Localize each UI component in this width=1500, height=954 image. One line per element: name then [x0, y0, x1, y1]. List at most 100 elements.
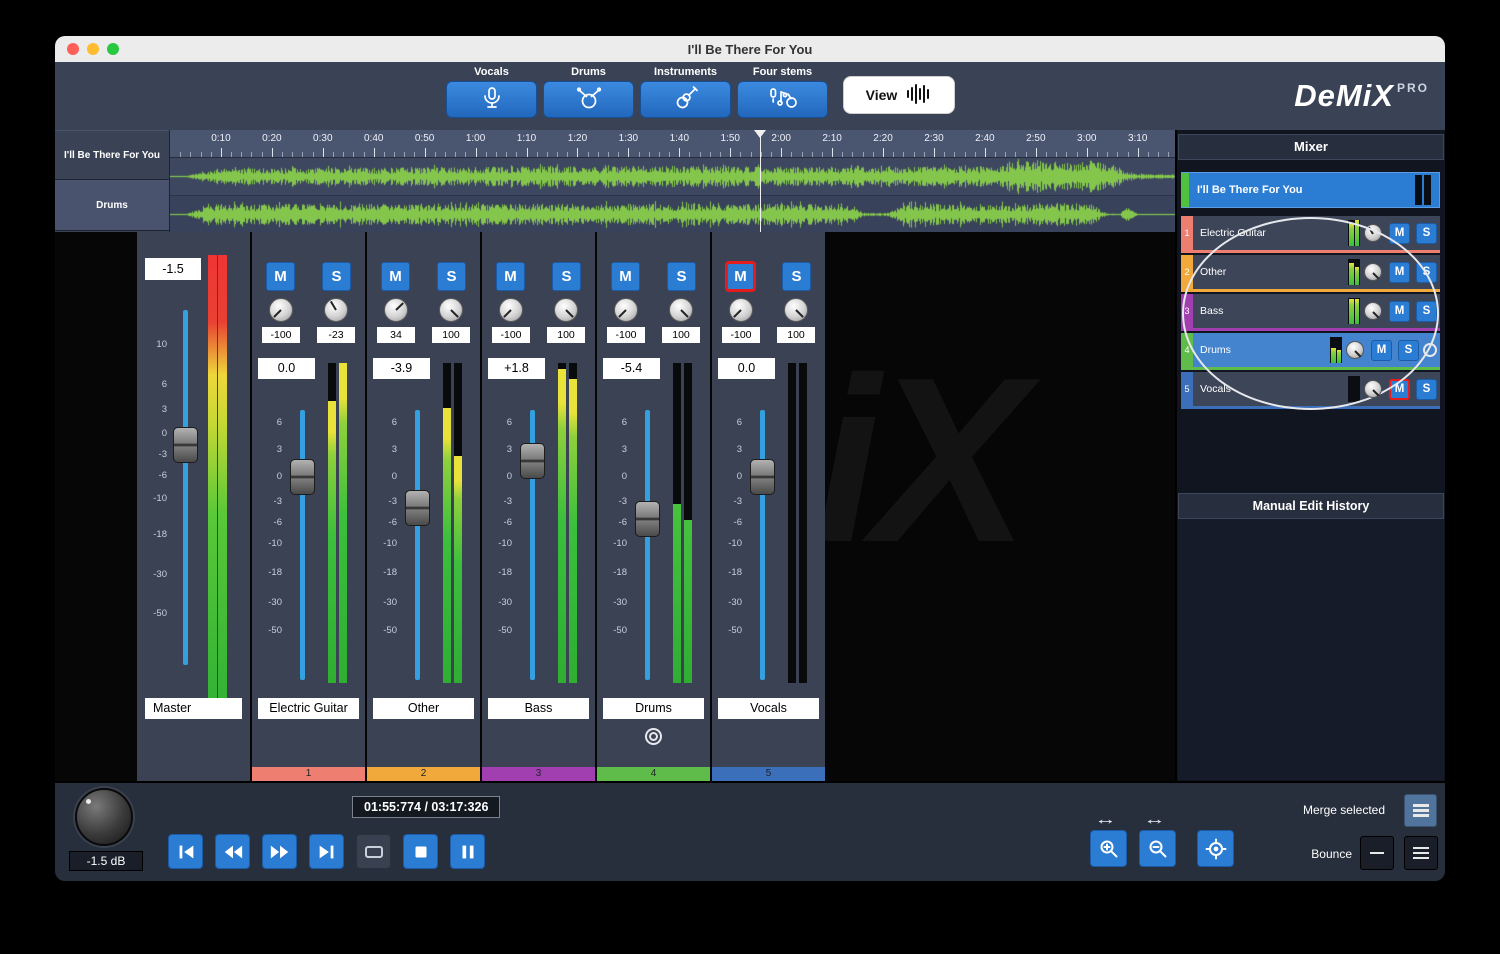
channel-number-band: 2: [367, 767, 480, 781]
pan-knob[interactable]: [1364, 380, 1382, 398]
channel-name: Drums: [603, 698, 704, 719]
channel-number-band: 3: [482, 767, 595, 781]
solo-button[interactable]: S: [667, 262, 696, 291]
playhead[interactable]: [760, 130, 761, 232]
titlebar: I'll Be There For You: [55, 36, 1445, 62]
timeline: I'll Be There For You Drums 0:100:200:30…: [55, 130, 1175, 232]
timeline-content[interactable]: 0:100:200:300:400:501:001:101:201:301:40…: [170, 130, 1175, 232]
solo-button[interactable]: S: [782, 262, 811, 291]
skip-to-end-button[interactable]: [309, 834, 344, 869]
song-row-color-strip: [1182, 173, 1189, 207]
fader-handle[interactable]: [290, 459, 315, 495]
waveform-song[interactable]: [170, 158, 1175, 195]
master-fader-track[interactable]: [183, 310, 188, 665]
level-meter-right: [454, 363, 462, 683]
view-button-label: View: [866, 87, 898, 103]
vocals-stem-label: Vocals: [474, 65, 509, 80]
master-meter-right: [218, 255, 227, 700]
skip-to-start-button[interactable]: [168, 834, 203, 869]
background-watermark: iX: [815, 342, 1021, 577]
fader-track[interactable]: [415, 410, 420, 680]
timeline-track-label-song[interactable]: I'll Be There For You: [55, 130, 169, 180]
pan-value-right: 100: [547, 327, 585, 343]
stop-button[interactable]: [403, 834, 438, 869]
horizontal-zoom-arrow-icon: ↔: [1143, 811, 1166, 828]
level-meter-right: [684, 363, 692, 683]
level-meter-left: [328, 363, 336, 683]
pan-knob-right[interactable]: [439, 298, 463, 322]
toolbar: Vocals Drums Instruments Four stems: [55, 62, 1445, 130]
waveform-icon: [906, 84, 932, 107]
fader-handle[interactable]: [520, 443, 545, 479]
fader-handle[interactable]: [750, 459, 775, 495]
solo-button[interactable]: S: [322, 262, 351, 291]
record-icon[interactable]: [645, 728, 662, 745]
zoom-out-button[interactable]: [1139, 830, 1176, 867]
stem-separation-buttons: Vocals Drums Instruments Four stems: [446, 65, 828, 118]
waveform-drums[interactable]: [170, 195, 1175, 232]
mixer-panel: Mixer I'll Be There For You 1 Electric G…: [1175, 130, 1445, 781]
manual-edit-history-panel: [1178, 519, 1444, 780]
channel-strip: M S -100 100 -5.4 630-3-6-10-18-30-50 Dr…: [597, 232, 710, 781]
channel-name: Vocals: [718, 698, 819, 719]
mixer-track-row[interactable]: 4 Drums M S: [1181, 333, 1440, 370]
time-display: 01:55:774 / 03:17:326: [352, 796, 500, 818]
merge-menu-button[interactable]: [1404, 794, 1437, 827]
horizontal-zoom-arrow-icon: ↔: [1094, 811, 1117, 828]
fader-track[interactable]: [760, 410, 765, 680]
fader-handle[interactable]: [635, 501, 660, 537]
level-meter-left: [673, 363, 681, 683]
zoom-window-button[interactable]: [107, 43, 119, 55]
channel-strip: M S 34 100 -3.9 630-3-6-10-18-30-50 Othe…: [367, 232, 480, 781]
zoom-in-button[interactable]: [1090, 830, 1127, 867]
solo-button[interactable]: S: [437, 262, 466, 291]
fader-handle[interactable]: [405, 490, 430, 526]
manual-edit-history-header: Manual Edit History: [1178, 493, 1444, 519]
level-meter-right: [799, 363, 807, 683]
fast-forward-button[interactable]: [262, 834, 297, 869]
four-stems-button[interactable]: [737, 81, 828, 118]
minimize-window-button[interactable]: [87, 43, 99, 55]
four-stems-icon: [768, 85, 798, 114]
master-strip: -1.5 10630-3-6-10-18-30-50 Master: [137, 232, 250, 781]
pan-knob-right[interactable]: [324, 298, 348, 322]
channel-strip: M S -100 100 0.0 630-3-6-10-18-30-50 Voc…: [712, 232, 825, 781]
close-window-button[interactable]: [67, 43, 79, 55]
level-meter-left: [443, 363, 451, 683]
fader-track[interactable]: [300, 410, 305, 680]
solo-button[interactable]: S: [1416, 379, 1437, 400]
mixer-song-row[interactable]: I'll Be There For You: [1181, 172, 1440, 208]
channel-strip: M S -100 100 +1.8 630-3-6-10-18-30-50 Ba…: [482, 232, 595, 781]
record-icon[interactable]: [1423, 343, 1437, 357]
bounce-remove-button[interactable]: [1360, 836, 1394, 870]
time-ruler[interactable]: 0:100:200:300:400:501:001:101:201:301:40…: [170, 130, 1175, 158]
song-row-meter: [1415, 175, 1431, 205]
locate-playhead-button[interactable]: [1197, 830, 1234, 867]
pan-value-right: 100: [662, 327, 700, 343]
solo-button[interactable]: S: [1416, 223, 1437, 244]
pause-button[interactable]: [450, 834, 485, 869]
app-window: I'll Be There For You Vocals Drums Instr…: [55, 36, 1445, 881]
pan-knob-right[interactable]: [784, 298, 808, 322]
master-meter-left: [208, 255, 217, 700]
loop-button[interactable]: [356, 834, 391, 869]
output-volume-knob[interactable]: [75, 788, 133, 846]
channel-strip: M S -100 -23 0.0 630-3-6-10-18-30-50 Ele…: [252, 232, 365, 781]
master-fader-handle[interactable]: [173, 427, 198, 463]
mixer-strips-area: iX -1.5 10630-3-6-10-18-30-50 Master M S: [55, 232, 1175, 781]
pan-knob-right[interactable]: [554, 298, 578, 322]
solo-button[interactable]: S: [552, 262, 581, 291]
window-title: I'll Be There For You: [55, 42, 1445, 57]
fader-track[interactable]: [645, 410, 650, 680]
channel-name: Bass: [488, 698, 589, 719]
vocals-stem-button[interactable]: [446, 81, 537, 118]
drums-stem-button[interactable]: [543, 81, 634, 118]
microphone-icon: [479, 85, 505, 114]
timeline-track-label-drums[interactable]: Drums: [55, 180, 169, 231]
pan-knob-right[interactable]: [669, 298, 693, 322]
bounce-menu-button[interactable]: [1404, 836, 1438, 870]
rewind-button[interactable]: [215, 834, 250, 869]
instruments-stem-button[interactable]: [640, 81, 731, 118]
channel-name: Other: [373, 698, 474, 719]
view-button[interactable]: View: [843, 76, 955, 114]
